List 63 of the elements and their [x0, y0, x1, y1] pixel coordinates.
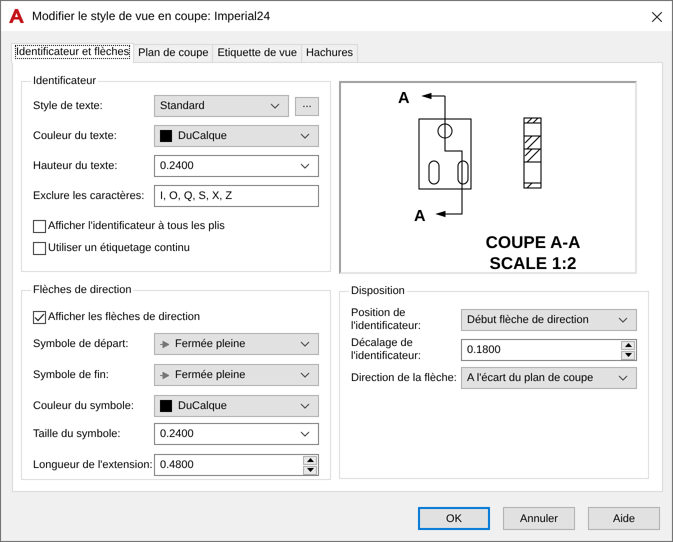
checkbox-label: Utiliser un étiquetage continu — [48, 242, 190, 254]
chevron-down-icon — [300, 341, 310, 347]
field-label: Symbole de fin: — [33, 368, 110, 382]
dropdown[interactable]: 0.2400 — [154, 423, 319, 445]
field-label: Couleur du texte: — [33, 130, 118, 142]
app-logo-icon — [9, 9, 24, 23]
checkbox-label: Afficher l'identificateur à tous les plis — [48, 220, 225, 232]
arrowhead-icon — [160, 340, 169, 348]
group-title: Flèches de direction — [32, 284, 132, 296]
chevron-down-icon — [270, 103, 280, 109]
dialog-button[interactable]: Aide — [588, 507, 660, 530]
spin-up-button[interactable] — [303, 456, 317, 464]
field-label: Symbole de départ: — [33, 338, 130, 350]
field-label: Longueur de l'extension: — [33, 458, 154, 472]
checkbox[interactable] — [33, 242, 46, 254]
up-triangle-icon — [624, 343, 632, 347]
chevron-down-icon — [618, 317, 628, 323]
window-title: Modifier le style de vue en coupe: Imperial24 — [32, 9, 270, 23]
dropdown[interactable]: DuCalque — [154, 395, 319, 417]
tab[interactable]: Hachures — [300, 44, 358, 62]
group-title: Identificateur — [32, 75, 97, 87]
chevron-down-icon — [300, 163, 310, 169]
field-label: Taille du symbole: — [33, 428, 122, 440]
dropdown[interactable]: Début flèche de direction — [461, 309, 637, 331]
dropdown[interactable]: 0.2400 — [154, 155, 319, 177]
more-button[interactable]: ... — [295, 96, 319, 116]
tab[interactable]: Identificateur et flèches — [11, 43, 134, 63]
section-marker: A — [398, 90, 410, 107]
dropdown[interactable]: Fermée pleine — [154, 333, 319, 355]
dropdown[interactable]: Fermée pleine — [154, 364, 319, 386]
arrowhead-icon — [160, 372, 169, 378]
field-label: Décalage de l'identificateur: — [351, 337, 422, 363]
field-label: Exclure les caractères: — [33, 190, 146, 202]
spin-down-button[interactable] — [303, 466, 317, 474]
dropdown[interactable]: DuCalque — [154, 125, 319, 147]
field-label: Style de texte: — [33, 100, 104, 112]
checkbox[interactable] — [33, 310, 46, 324]
chevron-down-icon — [300, 431, 310, 437]
section-caption: COUPE A-A — [486, 233, 580, 252]
dropdown[interactable]: Standard — [154, 95, 289, 117]
ok-button[interactable]: OK — [418, 507, 490, 530]
dialog-button[interactable]: Annuler — [503, 507, 575, 530]
field-label: Position de l'identificateur: — [351, 307, 422, 333]
checkbox-label: Afficher les flèches de direction — [48, 311, 200, 323]
spin-up-button[interactable] — [621, 340, 635, 350]
text-field[interactable]: I, O, Q, S, X, Z — [154, 185, 319, 207]
scale-label: SCALE 1:2 — [490, 254, 576, 272]
field-label: Direction de la flèche: — [351, 372, 458, 384]
field-label: Couleur du symbole: — [33, 400, 135, 412]
section-marker: A — [414, 208, 426, 225]
down-triangle-icon — [306, 468, 314, 472]
chevron-down-icon — [300, 372, 310, 378]
field-label: Hauteur du texte: — [33, 160, 118, 172]
chevron-down-icon — [300, 133, 310, 139]
up-triangle-icon — [306, 458, 314, 462]
chevron-down-icon — [618, 375, 628, 381]
checkbox[interactable] — [33, 220, 46, 232]
spin-down-button[interactable] — [621, 350, 635, 360]
group-title: Disposition — [350, 285, 406, 297]
close-icon — [652, 12, 662, 22]
down-triangle-icon — [624, 353, 632, 357]
dropdown[interactable]: A l'écart du plan de coupe — [461, 367, 637, 389]
chevron-down-icon — [300, 403, 310, 409]
